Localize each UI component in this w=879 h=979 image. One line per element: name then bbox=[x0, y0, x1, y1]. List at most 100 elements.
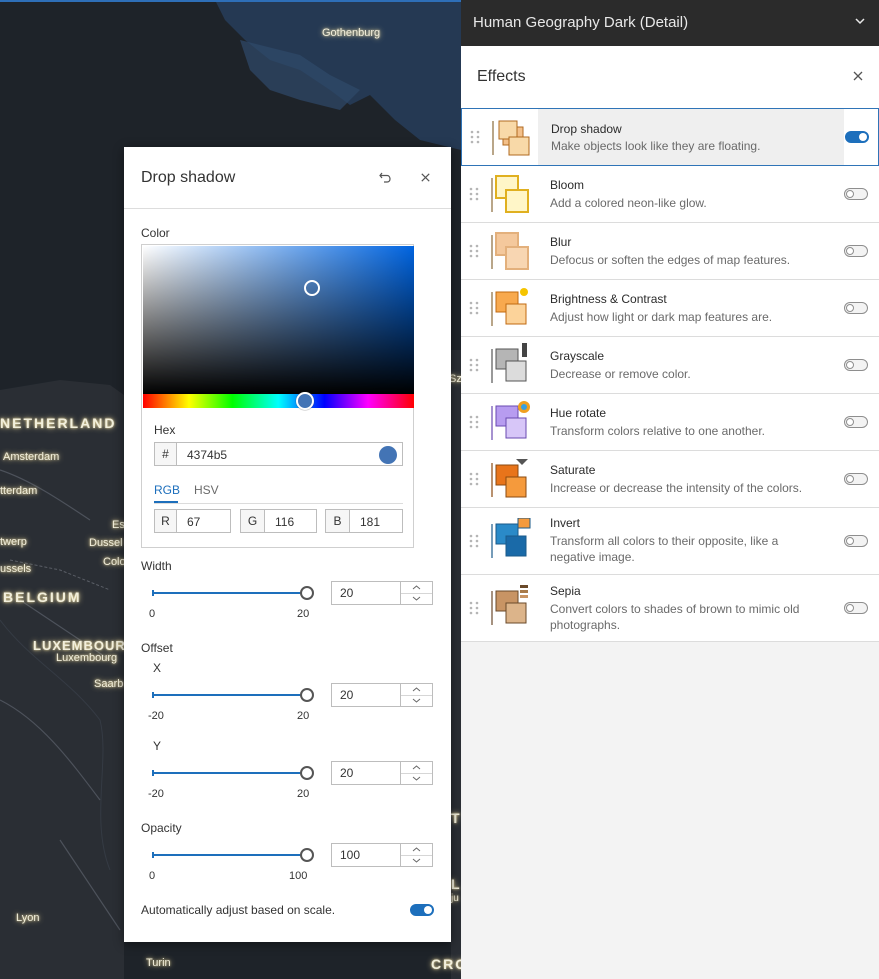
color-picker: Hex # 4374b5 RGB HSV R 67 G 116 B 181 bbox=[141, 244, 414, 548]
width-spinner bbox=[400, 581, 433, 605]
effect-item-invert[interactable]: Invert Transform all colors to their opp… bbox=[461, 508, 879, 575]
width-value[interactable]: 20 bbox=[331, 581, 401, 605]
effects-title: Effects bbox=[477, 68, 526, 85]
effect-name: Blur bbox=[550, 235, 572, 249]
drag-handle-icon[interactable] bbox=[470, 130, 480, 144]
effect-item-blur[interactable]: Blur Defocus or soften the edges of map … bbox=[461, 223, 879, 280]
r-input[interactable]: R 67 bbox=[154, 509, 231, 533]
map-label-rotterdam: tterdam bbox=[0, 485, 38, 497]
spin-down-icon[interactable] bbox=[401, 773, 432, 784]
slider-thumb[interactable] bbox=[300, 848, 314, 862]
width-number-input[interactable]: 20 bbox=[331, 581, 433, 605]
hex-value: 4374b5 bbox=[187, 448, 228, 462]
offset-label: Offset bbox=[141, 641, 173, 655]
close-icon[interactable] bbox=[851, 69, 865, 83]
offset-x-value[interactable]: 20 bbox=[331, 683, 401, 707]
effect-toggle[interactable] bbox=[844, 535, 868, 547]
opacity-number-input[interactable]: 100 bbox=[331, 843, 433, 867]
hue-rotate-effect-icon bbox=[491, 401, 530, 440]
effect-item-hue-rotate[interactable]: Hue rotate Transform colors relative to … bbox=[461, 394, 879, 451]
grayscale-effect-icon bbox=[491, 343, 527, 383]
opacity-max: 100 bbox=[289, 870, 308, 882]
map-label-t: T bbox=[451, 810, 461, 826]
drag-handle-icon[interactable] bbox=[469, 244, 479, 258]
tab-divider bbox=[154, 503, 403, 504]
blur-effect-icon bbox=[491, 232, 529, 270]
effect-description: Add a colored neon-like glow. bbox=[550, 196, 707, 210]
effect-description: Decrease or remove color. bbox=[550, 367, 691, 381]
slider-track bbox=[153, 854, 307, 856]
effect-description: Make objects look like they are floating… bbox=[551, 139, 761, 153]
map-label-luxembourg-country: LUXEMBOUR bbox=[33, 638, 126, 653]
offset-x-number-input[interactable]: 20 bbox=[331, 683, 433, 707]
effect-toggle[interactable] bbox=[844, 302, 868, 314]
close-icon[interactable] bbox=[419, 171, 432, 184]
offset-y-value[interactable]: 20 bbox=[331, 761, 401, 785]
drag-handle-icon[interactable] bbox=[469, 472, 479, 486]
effect-toggle[interactable] bbox=[844, 245, 868, 257]
saturate-effect-icon bbox=[491, 459, 528, 498]
saturation-knob[interactable] bbox=[304, 280, 320, 296]
saturation-value-area[interactable] bbox=[143, 246, 414, 394]
hue-slider[interactable] bbox=[143, 392, 414, 410]
basemap-selector[interactable]: Human Geography Dark (Detail) bbox=[461, 0, 879, 46]
drag-handle-icon[interactable] bbox=[469, 534, 479, 548]
effect-item-brightness-contrast[interactable]: Brightness & Contrast Adjust how light o… bbox=[461, 280, 879, 337]
effect-item-sepia[interactable]: Sepia Convert colors to shades of brown … bbox=[461, 575, 879, 642]
offset-y-number-input[interactable]: 20 bbox=[331, 761, 433, 785]
effect-toggle[interactable] bbox=[844, 188, 868, 200]
effect-toggle[interactable] bbox=[844, 473, 868, 485]
tab-active-indicator bbox=[154, 501, 178, 503]
map-label-ju: ju bbox=[451, 893, 459, 904]
dialog-header: Drop shadow bbox=[124, 147, 451, 209]
bloom-effect-icon bbox=[491, 175, 529, 213]
slider-track bbox=[153, 592, 307, 594]
offset-x-spinner bbox=[400, 683, 433, 707]
hue-knob[interactable] bbox=[296, 392, 314, 410]
effect-description: Defocus or soften the edges of map featu… bbox=[550, 253, 791, 267]
drag-handle-icon[interactable] bbox=[469, 187, 479, 201]
slider-thumb[interactable] bbox=[300, 688, 314, 702]
slider-thumb[interactable] bbox=[300, 766, 314, 780]
spin-down-icon[interactable] bbox=[401, 695, 432, 706]
opacity-value[interactable]: 100 bbox=[331, 843, 401, 867]
b-input[interactable]: B 181 bbox=[325, 509, 403, 533]
map-label-luxembourg-city: Luxembourg bbox=[56, 652, 118, 664]
drag-handle-icon[interactable] bbox=[469, 601, 479, 615]
slider-tick bbox=[152, 692, 154, 698]
tab-hsv[interactable]: HSV bbox=[194, 483, 219, 497]
slider-thumb[interactable] bbox=[300, 586, 314, 600]
spin-down-icon[interactable] bbox=[401, 855, 432, 866]
chevron-down-icon[interactable] bbox=[853, 14, 867, 28]
effect-toggle[interactable] bbox=[845, 131, 869, 143]
effect-item-bloom[interactable]: Bloom Add a colored neon-like glow. bbox=[461, 166, 879, 223]
drag-handle-icon[interactable] bbox=[469, 415, 479, 429]
hex-prefix: # bbox=[155, 443, 177, 465]
tab-rgb[interactable]: RGB bbox=[154, 483, 180, 497]
effect-toggle[interactable] bbox=[844, 602, 868, 614]
map-label-saarbrucken: Saarb bbox=[94, 678, 124, 690]
effect-toggle[interactable] bbox=[844, 416, 868, 428]
g-input[interactable]: G 116 bbox=[240, 509, 317, 533]
slider-track bbox=[153, 772, 307, 774]
undo-icon[interactable] bbox=[378, 170, 392, 184]
effect-toggle[interactable] bbox=[844, 359, 868, 371]
map-label-netherlands: NETHERLAND bbox=[0, 415, 117, 431]
offset-y-label: Y bbox=[153, 739, 162, 753]
effect-name: Brightness & Contrast bbox=[550, 292, 667, 306]
hex-label: Hex bbox=[154, 423, 176, 437]
drag-handle-icon[interactable] bbox=[469, 301, 479, 315]
effect-item-drop-shadow[interactable]: Drop shadow Make objects look like they … bbox=[461, 108, 879, 166]
g-label: G bbox=[241, 510, 265, 532]
effect-item-hover-bg bbox=[538, 109, 844, 165]
hex-input[interactable]: # 4374b5 bbox=[154, 442, 403, 466]
effect-item-grayscale[interactable]: Grayscale Decrease or remove color. bbox=[461, 337, 879, 394]
auto-adjust-toggle[interactable] bbox=[410, 904, 434, 916]
color-swatch bbox=[379, 446, 397, 464]
b-value: 181 bbox=[360, 515, 381, 529]
effect-item-saturate[interactable]: Saturate Increase or decrease the intens… bbox=[461, 451, 879, 508]
spin-down-icon[interactable] bbox=[401, 593, 432, 604]
opacity-min: 0 bbox=[149, 870, 156, 882]
drag-handle-icon[interactable] bbox=[469, 358, 479, 372]
effect-description: Convert colors to shades of brown to mim… bbox=[550, 602, 800, 632]
